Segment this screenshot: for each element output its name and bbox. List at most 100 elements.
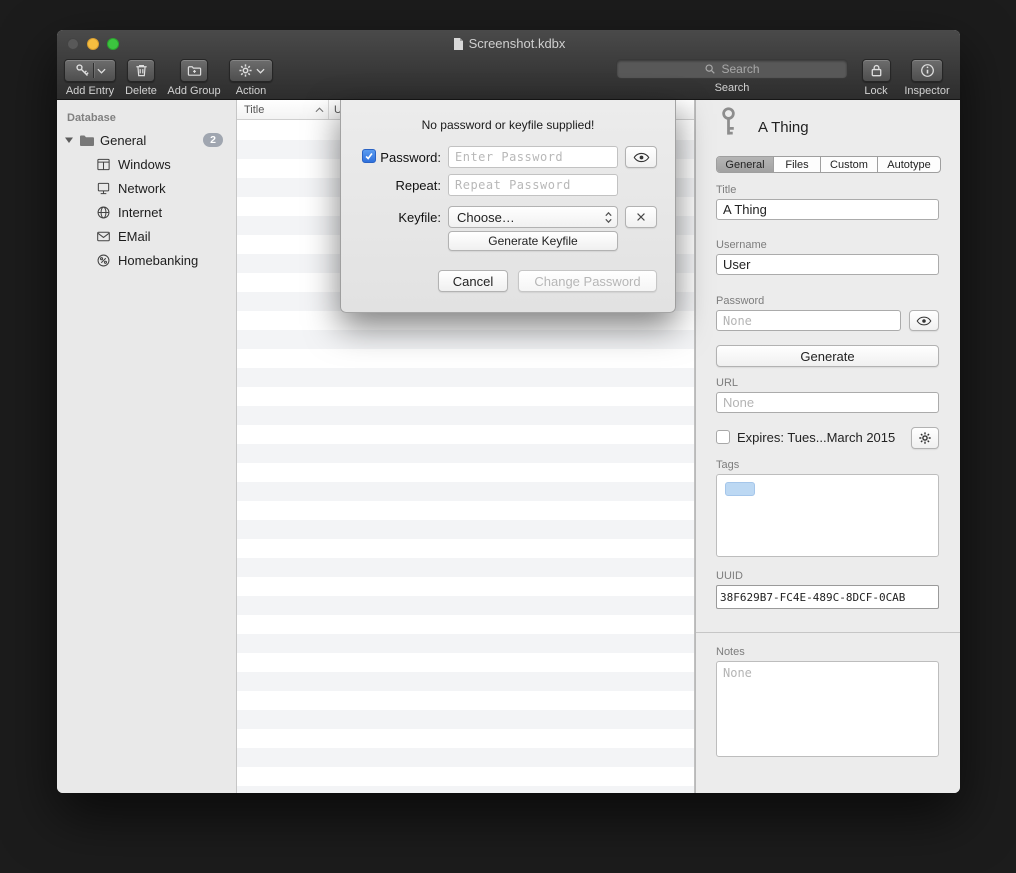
entry-count-badge: 2 [203,133,223,147]
group-label: General [100,133,146,148]
repeat-password-input[interactable] [448,174,618,196]
group-label: EMail [118,229,151,244]
checkmark-icon [364,151,374,161]
password-input[interactable] [448,146,618,168]
password-field-label: Password [716,295,764,307]
change-password-dialog: No password or keyfile supplied! Passwor… [340,100,676,313]
generate-keyfile-button[interactable]: Generate Keyfile [448,231,618,251]
password-label: Password: [377,150,441,165]
action-button[interactable] [229,59,273,82]
folder-plus-icon [187,63,202,78]
tag-token[interactable] [725,482,755,496]
show-password-button[interactable] [625,146,657,168]
title-field[interactable] [716,199,939,220]
chevron-down-icon [256,68,265,74]
sidebar-group-internet[interactable]: Internet [57,200,236,224]
uuid-field-label: UUID [716,570,743,582]
key-icon [719,106,738,138]
search-input[interactable]: Search [616,59,848,79]
info-icon [920,63,935,78]
network-icon [96,181,111,196]
sidebar: Database General 2 Windows [57,100,237,793]
globe-icon [96,205,111,220]
column-header-title[interactable]: Title [237,100,329,119]
tab-files[interactable]: Files [773,157,820,172]
password-checkbox[interactable] [362,149,376,163]
repeat-label: Repeat: [377,178,441,193]
windows-icon [96,157,111,172]
keyfile-popup[interactable]: Choose… [448,206,618,228]
uuid-field[interactable] [716,585,939,609]
tab-custom[interactable]: Custom [820,157,877,172]
window-title-text: Screenshot.kdbx [469,36,566,51]
sidebar-group-email[interactable]: EMail [57,224,236,248]
add-group-button[interactable] [180,59,208,82]
search-placeholder: Search [721,62,759,76]
clear-keyfile-button[interactable] [625,206,657,228]
button-divider [93,63,94,78]
trash-icon [134,63,149,78]
username-field[interactable] [716,254,939,275]
group-label: Homebanking [118,253,198,268]
info-icon-button[interactable] [911,59,943,82]
sidebar-group-network[interactable]: Network [57,176,236,200]
keyfile-label: Keyfile: [377,210,441,225]
tab-autotype[interactable]: Autotype [877,157,940,172]
gear-icon [238,63,253,78]
tags-box[interactable] [716,474,939,557]
notes-field[interactable] [716,661,939,757]
document-icon [452,37,464,51]
url-field-label: URL [716,377,738,389]
key-icon [75,63,90,78]
show-password-button[interactable] [909,310,939,331]
inspector-tabs: General Files Custom Autotype [716,156,941,173]
search-label: Search [616,82,848,94]
window-chrome: Screenshot.kdbx Add Entry Delete [57,30,960,100]
notes-field-label: Notes [716,646,745,658]
url-field[interactable] [716,392,939,413]
gear-icon [918,431,932,445]
column-title-text: Title [244,104,264,116]
window-title: Screenshot.kdbx [57,36,960,51]
expires-label: Expires: Tues...March 2015 [737,430,895,445]
entry-title: A Thing [758,119,809,136]
chevron-down-icon[interactable] [97,68,106,74]
sidebar-group-general[interactable]: General 2 [57,128,236,152]
password-field[interactable] [716,310,901,331]
dialog-message: No password or keyfile supplied! [341,118,675,132]
keyfile-popup-value: Choose… [457,210,515,225]
group-label: Internet [118,205,162,220]
coin-percent-icon [96,253,111,268]
disclosure-triangle-icon[interactable] [64,136,74,144]
eye-icon [633,152,650,163]
expires-settings-button[interactable] [911,427,939,449]
folder-icon [79,134,95,147]
inspector-label: Inspector [894,85,960,97]
inspector-panel: A Thing General Files Custom Autotype Ti… [695,100,960,793]
delete-button[interactable] [127,59,155,82]
toolbar-item-inspector: Inspector [894,59,960,97]
tab-general[interactable]: General [717,157,773,172]
section-divider [696,632,960,633]
app-window: Screenshot.kdbx Add Entry Delete [57,30,960,793]
sidebar-section-header: Database [57,100,236,128]
group-label: Windows [118,157,171,172]
action-label: Action [218,85,284,97]
close-x-icon [635,211,647,223]
toolbar-item-search: Search Search [616,59,848,94]
sidebar-group-homebanking[interactable]: Homebanking [57,248,236,272]
sidebar-group-windows[interactable]: Windows [57,152,236,176]
lock-icon [869,63,884,78]
generate-password-button[interactable]: Generate [716,345,939,367]
cancel-button[interactable]: Cancel [438,270,508,292]
popup-updown-icon [604,210,613,225]
expires-checkbox[interactable] [716,430,730,444]
change-password-button[interactable]: Change Password [518,270,657,292]
tags-field-label: Tags [716,459,739,471]
toolbar-item-action: Action [218,59,284,97]
sort-ascending-icon [315,107,324,113]
group-label: Network [118,181,166,196]
lock-button[interactable] [862,59,891,82]
envelope-icon [96,229,111,244]
username-field-label: Username [716,239,767,251]
